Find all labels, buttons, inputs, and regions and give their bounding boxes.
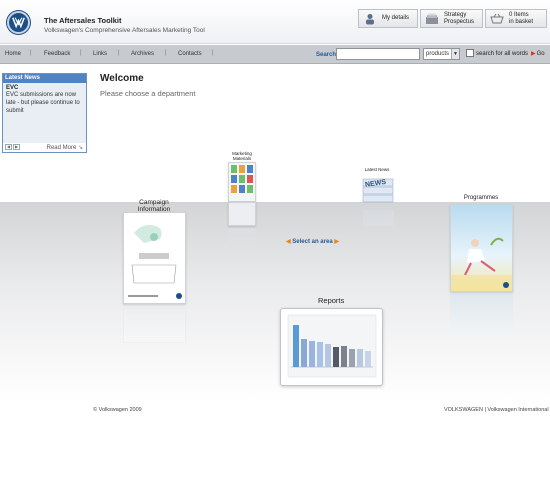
programmes-card[interactable] bbox=[450, 204, 513, 292]
strategy-label-line1: Strategy bbox=[444, 11, 467, 18]
search-category-select[interactable]: products ▼ bbox=[423, 48, 460, 60]
nav-separator: | bbox=[118, 50, 120, 56]
prev-icon[interactable]: ◀ bbox=[5, 144, 12, 150]
chevron-down-icon: ▼ bbox=[451, 49, 459, 59]
nav-separator: | bbox=[80, 50, 82, 56]
search-label: Search bbox=[316, 52, 337, 58]
next-icon[interactable]: ▶ bbox=[13, 144, 20, 150]
campaign-information-card[interactable] bbox=[123, 212, 186, 304]
latest-news-panel: Latest News EVC EVC submissions are now … bbox=[2, 73, 87, 153]
search-input[interactable] bbox=[336, 48, 420, 60]
marketing-materials-label: Marketing Materials bbox=[226, 151, 258, 161]
campaign-illustration bbox=[124, 213, 185, 303]
basket-icon bbox=[490, 13, 504, 25]
brochure-rack-illustration bbox=[231, 165, 253, 193]
nav-contacts[interactable]: Contacts bbox=[178, 51, 202, 57]
vw-logo[interactable] bbox=[7, 11, 30, 34]
search-category-value: products bbox=[426, 51, 450, 57]
select-area-hint: ◀ Select an area ▶ bbox=[286, 238, 339, 245]
news-heading: Latest News bbox=[3, 74, 86, 83]
welcome-title: Welcome bbox=[100, 73, 144, 84]
nav-separator: | bbox=[165, 50, 167, 56]
footer-brand-link[interactable]: VOLKSWAGEN | Volkswagen International bbox=[444, 407, 549, 413]
page: The Aftersales Toolkit Volkswagen's Comp… bbox=[0, 0, 550, 481]
read-more-link[interactable]: Read More ↘ bbox=[47, 144, 83, 151]
search-all-words-label: search for all words bbox=[476, 51, 529, 57]
select-area-label: Select an area bbox=[292, 239, 333, 245]
search-all-words-checkbox[interactable] bbox=[466, 49, 474, 57]
nav-separator: | bbox=[212, 50, 214, 56]
arrow-left-icon: ◀ bbox=[286, 239, 291, 245]
copyright: © Volkswagen 2009 bbox=[93, 407, 142, 413]
go-button[interactable]: ▶ Go bbox=[531, 50, 545, 58]
nav-separator: | bbox=[30, 50, 32, 56]
welcome-instruction: Please choose a department bbox=[100, 89, 196, 98]
campaign-reflection bbox=[123, 308, 186, 343]
campaign-information-label: Campaign Information bbox=[128, 199, 180, 213]
my-details-button[interactable]: My details bbox=[358, 9, 418, 28]
arrow-right-icon: ▶ bbox=[531, 51, 536, 57]
news-item-text: EVC submissions are now late - but pleas… bbox=[6, 92, 80, 114]
reports-label: Reports bbox=[318, 296, 345, 305]
newspaper-icon: NEWS bbox=[362, 178, 394, 203]
basket-label: in basket bbox=[509, 18, 534, 25]
strategy-prospectus-button[interactable]: Strategy Prospectus bbox=[420, 9, 483, 28]
newspaper-stack[interactable]: NEWS bbox=[361, 173, 396, 208]
programmes-reflection bbox=[450, 294, 513, 329]
news-reflection bbox=[363, 210, 394, 226]
header: The Aftersales Toolkit Volkswagen's Comp… bbox=[0, 0, 550, 44]
marketing-line2: Materials bbox=[232, 156, 252, 161]
news-pager: ◀ ▶ bbox=[5, 144, 20, 150]
app-title: The Aftersales Toolkit bbox=[44, 16, 122, 25]
latest-news-dept-label: Latest News bbox=[364, 167, 390, 172]
nav-home[interactable]: Home bbox=[5, 51, 21, 57]
app-subtitle: Volkswagen's Comprehensive Aftersales Ma… bbox=[44, 27, 205, 34]
campaign-line1: Campaign bbox=[139, 199, 169, 206]
go-label: Go bbox=[536, 50, 545, 57]
arrow-right-icon: ▶ bbox=[334, 239, 339, 245]
nav-links[interactable]: Links bbox=[93, 51, 107, 57]
user-icon bbox=[363, 13, 377, 25]
reports-card[interactable] bbox=[280, 308, 383, 386]
my-details-label: My details bbox=[382, 15, 410, 21]
basket-button[interactable]: 0 Items in basket bbox=[485, 9, 547, 28]
programmes-illustration bbox=[451, 237, 512, 291]
news-footer: ◀ ▶ Read More ↘ bbox=[3, 143, 86, 152]
marketing-reflection bbox=[228, 228, 256, 242]
arrow-down-right-icon: ↘ bbox=[77, 145, 83, 151]
reports-bar-graphic bbox=[287, 314, 377, 378]
strategy-label-line2: Prospectus bbox=[444, 18, 475, 25]
document-stack-icon bbox=[425, 13, 439, 25]
programmes-label: Programmes bbox=[463, 195, 499, 201]
marketing-rack-base bbox=[228, 202, 256, 226]
marketing-materials-rack[interactable] bbox=[228, 162, 256, 202]
read-more-label: Read More bbox=[46, 145, 77, 151]
basket-count: 0 Items bbox=[509, 11, 529, 18]
nav-bar: Home | Feedback | Links | Archives | Con… bbox=[0, 45, 550, 64]
news-body: EVC EVC submissions are now late - but p… bbox=[3, 83, 86, 143]
nav-archives[interactable]: Archives bbox=[131, 51, 154, 57]
nav-feedback[interactable]: Feedback bbox=[44, 51, 70, 57]
